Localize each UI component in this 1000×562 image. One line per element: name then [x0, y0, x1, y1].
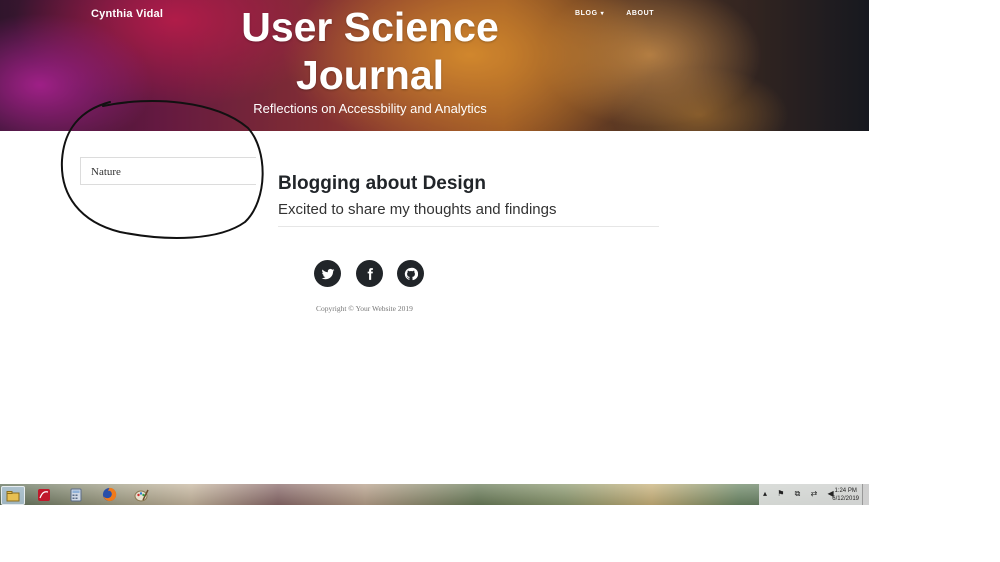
- pdf-reader-icon: [38, 488, 50, 501]
- nav-about-label: ABOUT: [626, 10, 655, 17]
- github-button[interactable]: [397, 260, 424, 287]
- clock-date: 6/12/2019: [832, 496, 859, 502]
- post-title[interactable]: Blogging about Design: [278, 173, 486, 195]
- post-subtitle[interactable]: Excited to share my thoughts and finding…: [278, 201, 557, 218]
- top-nav: BLOG ▾ ABOUT: [575, 10, 654, 17]
- facebook-button[interactable]: [356, 260, 383, 287]
- chevron-down-icon: ▾: [600, 11, 605, 17]
- file-explorer-button[interactable]: [1, 486, 25, 505]
- post-divider: [278, 226, 659, 227]
- pdf-reader-button[interactable]: [33, 486, 55, 503]
- paint-button[interactable]: [130, 486, 152, 503]
- tray-icons[interactable]: ▴ ⚑ ⧉ ⇄ ◀: [763, 489, 838, 499]
- show-desktop-button[interactable]: [862, 484, 869, 505]
- copyright-text: Copyright © Your Website 2019: [316, 304, 413, 313]
- site-header: Cynthia Vidal BLOG ▾ ABOUT User Science J…: [0, 0, 869, 131]
- page-subtitle: Reflections on Accessbility and Analytic…: [253, 101, 487, 116]
- clock-time: 1:24 PM: [834, 488, 857, 494]
- file-explorer-icon: [6, 490, 20, 501]
- twitter-icon: [321, 268, 334, 279]
- windows-taskbar: ▴ ⚑ ⧉ ⇄ ◀ 1:24 PM 6/12/2019: [0, 484, 869, 505]
- firefox-button[interactable]: [98, 486, 120, 503]
- system-tray: ▴ ⚑ ⧉ ⇄ ◀ 1:24 PM 6/12/2019: [759, 484, 869, 505]
- github-icon: [404, 267, 418, 280]
- facebook-icon: [367, 267, 373, 280]
- site-brand[interactable]: Cynthia Vidal: [91, 8, 163, 20]
- twitter-button[interactable]: [314, 260, 341, 287]
- page-title: User Science Journal: [241, 4, 499, 98]
- clock[interactable]: 1:24 PM 6/12/2019: [832, 487, 859, 503]
- calculator-icon: [70, 488, 82, 501]
- tag-label: Nature: [91, 166, 121, 178]
- nav-about[interactable]: ABOUT: [626, 10, 654, 17]
- nav-blog[interactable]: BLOG ▾: [575, 10, 604, 17]
- firefox-icon: [102, 487, 116, 502]
- tag-item-nature[interactable]: Nature: [80, 157, 256, 185]
- nav-blog-label: BLOG: [575, 10, 598, 17]
- paint-icon: [134, 489, 149, 501]
- calculator-button[interactable]: [65, 486, 87, 503]
